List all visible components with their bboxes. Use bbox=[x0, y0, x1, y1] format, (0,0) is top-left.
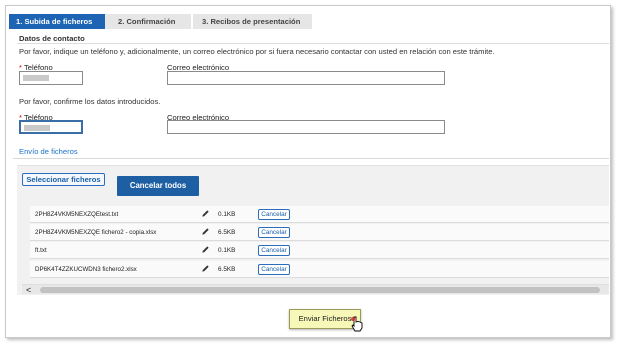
step-tabs: 1. Subida de ficheros 2. Confirmación 3.… bbox=[9, 14, 312, 29]
section-divider bbox=[13, 158, 609, 159]
file-size: 0.1KB bbox=[218, 247, 236, 254]
file-row: ft.txt 0.1KB Cancelar bbox=[30, 242, 609, 259]
email-input[interactable] bbox=[167, 71, 445, 85]
file-row: DP6K4T4ZZKUCWDN3 fichero2.xlsx 6.5KB Can… bbox=[30, 261, 609, 278]
cancel-all-button[interactable]: Cancelar todos bbox=[117, 176, 199, 196]
phone-input[interactable] bbox=[19, 71, 83, 85]
upload-section-link[interactable]: Envío de ficheros bbox=[19, 147, 78, 156]
phone-confirm-input[interactable] bbox=[19, 120, 83, 134]
pencil-icon[interactable] bbox=[201, 227, 210, 236]
file-row: 2PH8Z4VKM5NEXZQEtest.txt 0.1KB Cancelar bbox=[30, 206, 609, 223]
tab-receipts[interactable]: 3. Recibos de presentación bbox=[193, 14, 312, 29]
file-size: 0.1KB bbox=[218, 211, 236, 218]
pencil-icon[interactable] bbox=[201, 264, 210, 273]
file-name: DP6K4T4ZZKUCWDN3 fichero2.xlsx bbox=[35, 266, 137, 273]
contact-section-title: Datos de contacto bbox=[19, 34, 85, 43]
cancel-file-button[interactable]: Cancelar bbox=[258, 264, 290, 275]
file-name: 2PH8Z4VKM5NEXZQEtest.txt bbox=[35, 211, 119, 218]
cancel-file-button[interactable]: Cancelar bbox=[258, 245, 290, 256]
confirm-instruction: Por favor, confirme los datos introducid… bbox=[19, 97, 161, 106]
redacted-value bbox=[23, 75, 49, 81]
hand-cursor-icon bbox=[351, 316, 363, 332]
pencil-icon[interactable] bbox=[201, 209, 210, 218]
horizontal-scrollbar[interactable]: < bbox=[22, 284, 609, 295]
tab-confirmation[interactable]: 2. Confirmación bbox=[105, 14, 191, 29]
upload-toolbar bbox=[17, 165, 609, 197]
file-name: ft.txt bbox=[35, 247, 47, 254]
email-confirm-input[interactable] bbox=[167, 120, 445, 134]
file-name: 2PH8Z4VKM5NEXZQE fichero2 - copia.xlsx bbox=[35, 229, 157, 236]
section-divider bbox=[17, 43, 609, 44]
pencil-icon[interactable] bbox=[201, 245, 210, 254]
cancel-file-button[interactable]: Cancelar bbox=[258, 209, 290, 220]
file-size: 6.5KB bbox=[218, 266, 236, 273]
tab-upload[interactable]: 1. Subida de ficheros bbox=[9, 14, 112, 29]
contact-instruction: Por favor, indique un teléfono y, adicio… bbox=[19, 47, 495, 56]
file-size: 6.5KB bbox=[218, 229, 236, 236]
scroll-left-arrow-icon[interactable]: < bbox=[26, 285, 31, 295]
cancel-file-button[interactable]: Cancelar bbox=[258, 227, 290, 238]
redacted-value bbox=[24, 125, 50, 131]
scroll-thumb[interactable] bbox=[40, 287, 600, 293]
select-files-button[interactable]: Seleccionar ficheros bbox=[22, 173, 105, 186]
file-row: 2PH8Z4VKM5NEXZQE fichero2 - copia.xlsx 6… bbox=[30, 224, 609, 241]
